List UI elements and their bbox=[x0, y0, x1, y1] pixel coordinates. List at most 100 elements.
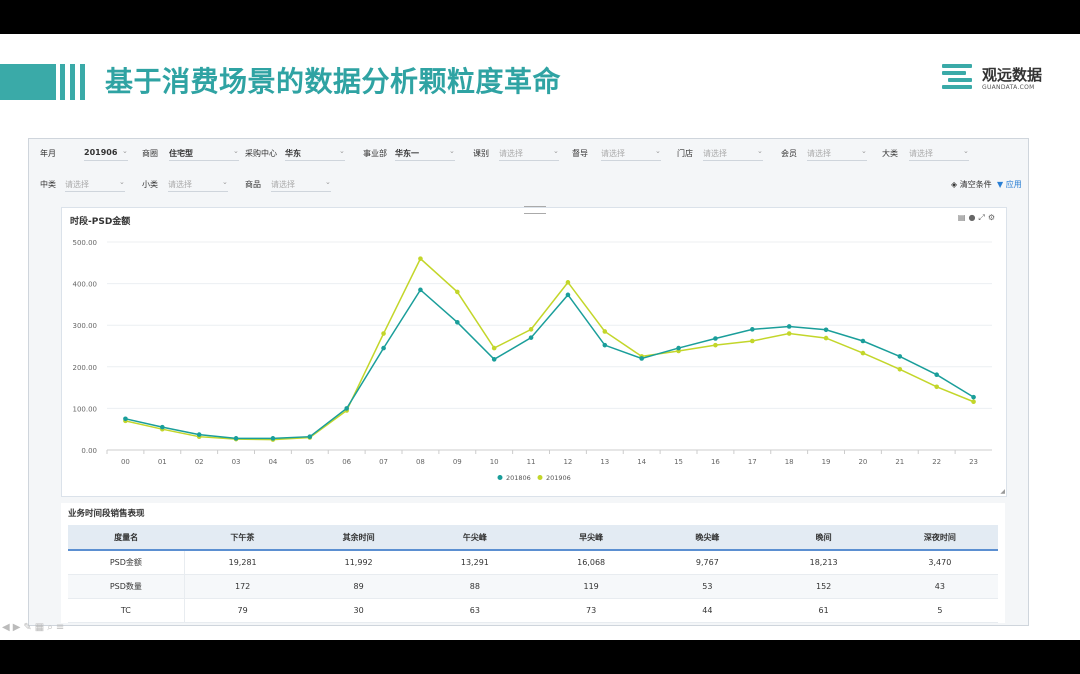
apply-filters-button[interactable]: ▼ 应用 bbox=[997, 179, 1022, 190]
table-cell: 3,470 bbox=[881, 550, 998, 575]
table-cell: 16,068 bbox=[533, 550, 650, 575]
filter-underline bbox=[84, 160, 128, 161]
data-point-201806 bbox=[196, 432, 202, 437]
data-point-201906 bbox=[971, 399, 976, 405]
table-cell: 9,767 bbox=[649, 550, 766, 575]
filter-row2-2: 商品 请选择 ⌄ bbox=[245, 178, 331, 192]
table-cell: PSD金额 bbox=[68, 550, 185, 575]
filter-select[interactable]: 请选择 bbox=[65, 179, 89, 190]
x-tick-label: 17 bbox=[748, 458, 757, 466]
filter-select[interactable]: 201906 bbox=[84, 148, 117, 157]
chevron-down-icon[interactable]: ⌄ bbox=[233, 147, 239, 155]
table-column-header[interactable]: 晚间 bbox=[765, 525, 882, 551]
chevron-down-icon[interactable]: ⌄ bbox=[222, 178, 228, 186]
data-point-201806 bbox=[123, 416, 128, 422]
table-cell: 53 bbox=[649, 574, 766, 599]
data-point-201906 bbox=[455, 289, 460, 295]
data-point-201806 bbox=[160, 424, 165, 430]
table-cell: 5 bbox=[881, 598, 998, 623]
chevron-down-icon[interactable]: ⌄ bbox=[655, 147, 661, 155]
grid-icon[interactable]: ▦ bbox=[35, 622, 47, 633]
filter-label: 事业部 bbox=[363, 149, 387, 158]
chevron-down-icon[interactable]: ⌄ bbox=[963, 147, 969, 155]
chevron-down-icon[interactable]: ⌄ bbox=[861, 147, 867, 155]
filter-row1-7: 会员 请选择 ⌄ bbox=[781, 147, 867, 161]
prev-icon[interactable]: ◀ bbox=[2, 622, 13, 633]
x-tick-label: 02 bbox=[195, 458, 204, 466]
logo-mark-bar bbox=[942, 85, 972, 89]
sales-table: 度量名 下午茶 其余时间 午尖峰 早尖峰 晚尖峰 晚间 深夜时间 PSD金额 19,281 11,… bbox=[68, 525, 998, 623]
filter-row1-5: 督导 请选择 ⌄ bbox=[572, 147, 661, 161]
data-point-201806 bbox=[455, 319, 460, 325]
filter-icon: ▼ bbox=[997, 180, 1004, 189]
data-point-201806 bbox=[344, 406, 349, 411]
table-column-header[interactable]: 深夜时间 bbox=[881, 525, 998, 551]
x-tick-label: 08 bbox=[416, 458, 425, 466]
filter-select[interactable]: 请选择 bbox=[168, 179, 192, 190]
data-point-201906 bbox=[381, 331, 386, 336]
filter-row1-1: 商圈 住宅型 ⌄ bbox=[142, 147, 239, 161]
filter-select[interactable]: 请选择 bbox=[909, 148, 933, 159]
filter-select[interactable]: 请选择 bbox=[271, 179, 295, 190]
x-tick-label: 00 bbox=[121, 458, 130, 466]
filter-underline bbox=[395, 160, 455, 161]
x-tick-label: 16 bbox=[711, 458, 720, 466]
clear-filters-button[interactable]: ◈ 清空条件 bbox=[951, 179, 992, 190]
chevron-down-icon[interactable]: ⌄ bbox=[122, 147, 128, 155]
data-point-201806 bbox=[565, 292, 571, 298]
data-point-201806 bbox=[639, 356, 644, 361]
table-column-header[interactable]: 其余时间 bbox=[300, 525, 417, 551]
table-column-header[interactable]: 度量名 bbox=[68, 525, 185, 551]
table-title: 业务时间段销售表现 bbox=[68, 509, 145, 519]
filter-select[interactable]: 请选择 bbox=[703, 148, 727, 159]
table-cell: PSD数量 bbox=[68, 574, 185, 599]
filter-select[interactable]: 请选择 bbox=[807, 148, 831, 159]
chevron-down-icon[interactable]: ⌄ bbox=[553, 147, 559, 155]
table-column-header[interactable]: 早尖峰 bbox=[533, 525, 650, 551]
title-accent-block bbox=[0, 64, 56, 100]
table-cell: 30 bbox=[300, 598, 417, 623]
data-point-201906 bbox=[713, 342, 718, 348]
resize-handle[interactable]: ◢ bbox=[1000, 488, 1005, 495]
table-column-header[interactable]: 午尖峰 bbox=[416, 525, 533, 551]
data-point-201806 bbox=[307, 434, 313, 439]
filter-select[interactable]: 请选择 bbox=[601, 148, 625, 159]
series-line-201906 bbox=[125, 257, 974, 441]
x-tick-label: 13 bbox=[600, 458, 609, 466]
filter-label: 商圈 bbox=[142, 149, 158, 158]
table-column-header[interactable]: 晚尖峰 bbox=[649, 525, 766, 551]
logo-name: 观远数据 bbox=[982, 66, 1043, 84]
menu-icon[interactable]: ≡ bbox=[56, 622, 67, 633]
table-cell: 19,281 bbox=[184, 550, 301, 575]
chevron-down-icon[interactable]: ⌄ bbox=[757, 147, 763, 155]
data-point-201906 bbox=[491, 345, 497, 351]
zoom-icon[interactable]: ⌕ bbox=[47, 622, 56, 633]
table-cell: 43 bbox=[881, 574, 998, 599]
chevron-down-icon[interactable]: ⌄ bbox=[325, 178, 331, 186]
data-point-201806 bbox=[528, 335, 534, 340]
filter-underline bbox=[703, 160, 763, 161]
chevron-down-icon[interactable]: ⌄ bbox=[449, 147, 455, 155]
filter-select[interactable]: 请选择 bbox=[499, 148, 523, 159]
filter-label: 门店 bbox=[677, 149, 693, 158]
filter-select[interactable]: 华东 bbox=[285, 148, 301, 159]
chevron-down-icon[interactable]: ⌄ bbox=[119, 178, 125, 186]
next-icon[interactable]: ▶ bbox=[13, 622, 24, 633]
filter-select[interactable]: 华东一 bbox=[395, 148, 419, 159]
table-cell: 88 bbox=[416, 574, 533, 599]
pen-icon[interactable]: ✎ bbox=[23, 622, 34, 633]
table-column-header[interactable]: 下午茶 bbox=[184, 525, 301, 551]
data-point-201906 bbox=[418, 256, 423, 261]
data-point-201806 bbox=[786, 324, 792, 329]
filter-row1-2: 采购中心 华东 ⌄ bbox=[245, 147, 345, 161]
x-tick-label: 12 bbox=[563, 458, 572, 466]
chevron-down-icon[interactable]: ⌄ bbox=[339, 147, 345, 155]
x-tick-label: 05 bbox=[305, 458, 314, 466]
table-row: PSD金额 19,281 11,992 13,291 16,068 9,767 18,213… bbox=[68, 550, 998, 575]
filter-select[interactable]: 住宅型 bbox=[169, 148, 193, 159]
clear-filters-label: 清空条件 bbox=[959, 180, 992, 189]
x-tick-label: 19 bbox=[822, 458, 831, 466]
slide-title: 基于消费场景的数据分析颗粒度革命 bbox=[105, 65, 562, 98]
filter-row1-4: 课别 请选择 ⌄ bbox=[473, 147, 559, 161]
x-tick-label: 04 bbox=[268, 458, 277, 466]
